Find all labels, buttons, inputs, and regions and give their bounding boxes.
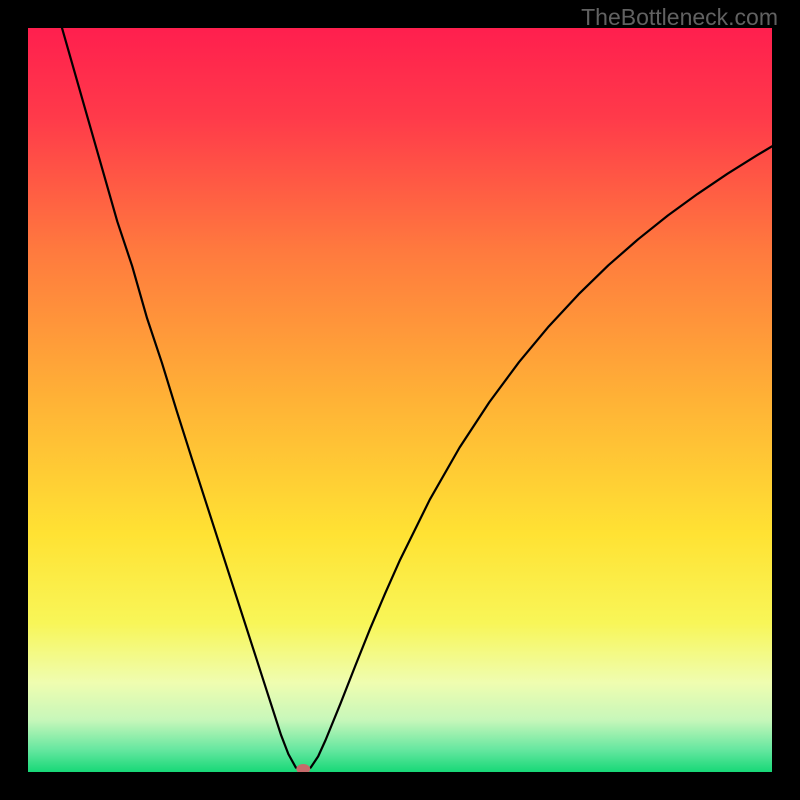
gradient-background	[28, 28, 772, 772]
plot-area	[28, 28, 772, 772]
watermark-text: TheBottleneck.com	[581, 4, 778, 31]
chart-frame: TheBottleneck.com	[0, 0, 800, 800]
bottleneck-chart	[28, 28, 772, 772]
